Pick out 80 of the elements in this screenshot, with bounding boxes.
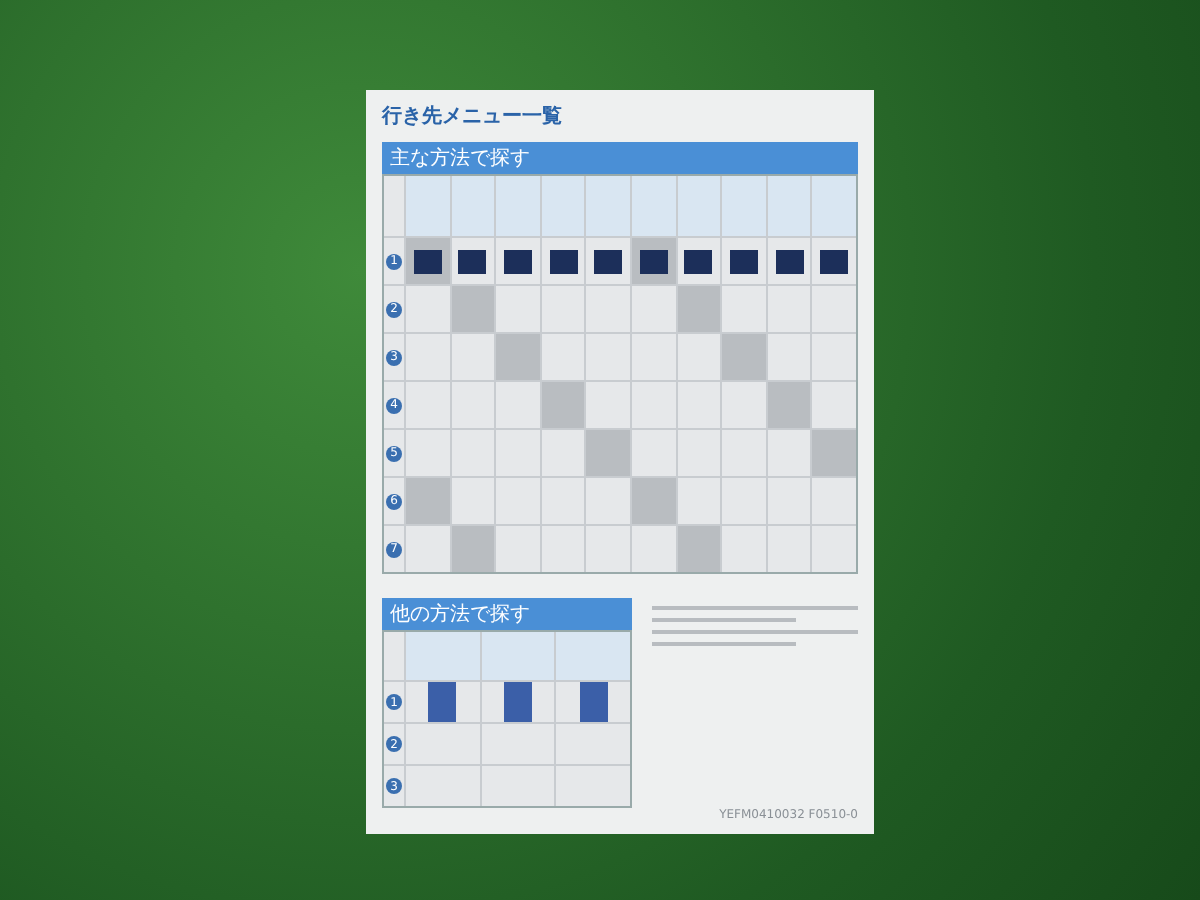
table-header-cell: [496, 176, 540, 236]
table-cell: [451, 382, 495, 428]
page-title: 行き先メニュー一覧: [382, 103, 564, 130]
table-cell: [451, 478, 495, 524]
table-cell: [586, 430, 630, 476]
screen-icon: [503, 682, 532, 722]
table-cell: [767, 430, 811, 476]
table-cell: [767, 526, 811, 572]
table-cell: [496, 334, 540, 380]
table-header-cell: [586, 176, 630, 236]
table-header-cell: [677, 176, 721, 236]
screen-icon: [639, 249, 668, 273]
screen-icon: [684, 249, 713, 273]
table-header-cell: [451, 176, 495, 236]
table-cell: [722, 430, 766, 476]
screen-icon: [413, 249, 442, 273]
table-cell: [812, 382, 856, 428]
table-cell: [767, 382, 811, 428]
table-header-cell: [406, 632, 480, 680]
table-cell: [632, 334, 676, 380]
table-cell: [722, 478, 766, 524]
table-cell: [451, 334, 495, 380]
table-cell: [451, 430, 495, 476]
table-cell: [812, 430, 856, 476]
table-cell: [541, 334, 585, 380]
table-cell: [496, 430, 540, 476]
table-cell: [556, 766, 630, 806]
table-header-cell: [556, 632, 630, 680]
table-cell: [496, 382, 540, 428]
section-heading: 他の方法で探す: [382, 598, 632, 630]
table-cell: [632, 286, 676, 332]
table-header-cell: [481, 632, 555, 680]
screen-icon: [428, 682, 457, 722]
table-header-cell: [722, 176, 766, 236]
table-header-cell: [632, 176, 676, 236]
screen-icon: [729, 249, 758, 273]
table-cell: [406, 478, 450, 524]
table-cell: [812, 334, 856, 380]
screen-icon: [820, 249, 849, 273]
table-cell: [496, 478, 540, 524]
table-cell: [812, 478, 856, 524]
table-cell: [722, 334, 766, 380]
table-cell: [632, 478, 676, 524]
table-cell: [677, 286, 721, 332]
table-cell: [451, 526, 495, 572]
screen-icon: [549, 249, 578, 273]
table-header-cell: [767, 176, 811, 236]
table-cell: [677, 382, 721, 428]
screen-icon: [775, 249, 804, 273]
table-cell: [677, 334, 721, 380]
table-cell: [586, 478, 630, 524]
screen-icon: [458, 249, 487, 273]
table-cell: [586, 334, 630, 380]
table-cell: [541, 382, 585, 428]
table-cell: [541, 430, 585, 476]
table-header-cell: [406, 176, 450, 236]
table-cell: [496, 526, 540, 572]
table-header-cell: [541, 176, 585, 236]
table-header-cell: [812, 176, 856, 236]
table-cell: [481, 766, 555, 806]
table-cell: [812, 526, 856, 572]
table-cell: [722, 382, 766, 428]
table-cell: [767, 334, 811, 380]
table-cell: [632, 382, 676, 428]
table-cell: [677, 430, 721, 476]
table-cell: [767, 478, 811, 524]
table-cell: [541, 526, 585, 572]
table-cell: [541, 478, 585, 524]
screen-icon: [503, 249, 532, 273]
table-cell: [632, 430, 676, 476]
table-cell: [677, 478, 721, 524]
table-cell: [632, 526, 676, 572]
table-cell: [451, 286, 495, 332]
screen-icon: [594, 249, 623, 273]
table-cell: [586, 526, 630, 572]
screen-icon: [579, 682, 608, 722]
table-cell: [677, 526, 721, 572]
table-cell: [722, 526, 766, 572]
table-cell: [586, 382, 630, 428]
section-heading: 主な方法で探す: [382, 142, 858, 174]
